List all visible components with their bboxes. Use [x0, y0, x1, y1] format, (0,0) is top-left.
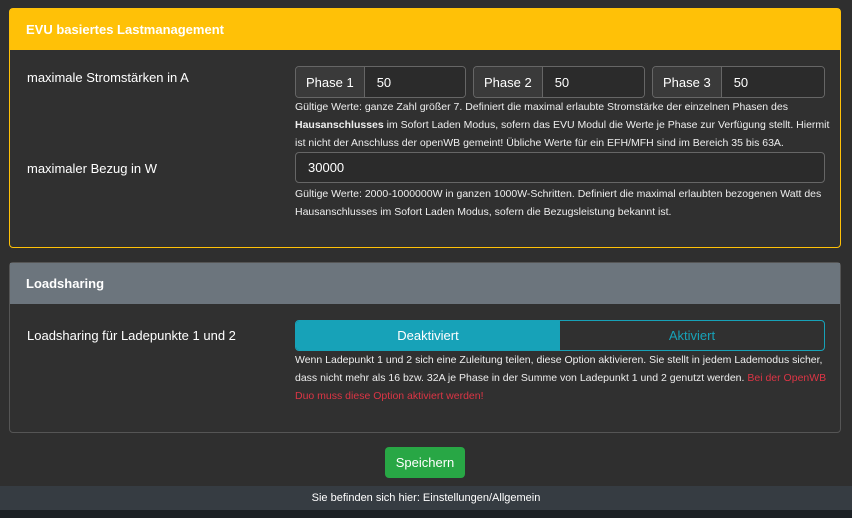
option-deaktiviert[interactable]: Deaktiviert [296, 321, 560, 350]
loadsharing-help-text: Wenn Ladepunkt 1 und 2 sich eine Zuleitu… [295, 354, 823, 384]
phase2-group: Phase 2 [473, 66, 645, 98]
option-aktiviert[interactable]: Aktiviert [560, 321, 824, 350]
power-input[interactable] [295, 152, 825, 183]
phase2-input[interactable] [542, 67, 644, 97]
current-help-text: Gültige Werte: ganze Zahl größer 7. Defi… [295, 101, 788, 113]
loadsharing-help: Wenn Ladepunkt 1 und 2 sich eine Zuleitu… [295, 351, 830, 405]
phase1-input[interactable] [364, 67, 465, 97]
power-help: Gültige Werte: 2000-1000000W in ganzen 1… [295, 188, 822, 218]
evu-card-header: EVU basiertes Lastmanagement [10, 9, 840, 50]
save-button[interactable]: Speichern [385, 447, 465, 478]
current-help-bold: Hausanschlusses [295, 119, 384, 131]
evu-card: EVU basiertes Lastmanagement maximale St… [9, 8, 841, 248]
current-help: Gültige Werte: ganze Zahl größer 7. Defi… [295, 98, 830, 152]
phase2-label: Phase 2 [474, 67, 543, 97]
loadsharing-card: Loadsharing Loadsharing für Ladepunkte 1… [9, 262, 841, 433]
power-label: maximaler Bezug in W [27, 161, 158, 176]
phase3-label: Phase 3 [653, 67, 722, 97]
loadsharing-toggle: Deaktiviert Aktiviert [295, 320, 825, 351]
phase1-group: Phase 1 [295, 66, 466, 98]
phase1-label: Phase 1 [296, 67, 365, 97]
loadsharing-label: Loadsharing für Ladepunkte 1 und 2 [27, 328, 236, 343]
phase3-input[interactable] [721, 67, 824, 97]
phase3-group: Phase 3 [652, 66, 825, 98]
breadcrumb-footer: Sie befinden sich hier: Einstellungen/Al… [0, 486, 852, 510]
bottom-bar [0, 510, 852, 518]
current-label: maximale Stromstärken in A [27, 70, 189, 85]
loadsharing-card-header: Loadsharing [10, 263, 840, 304]
